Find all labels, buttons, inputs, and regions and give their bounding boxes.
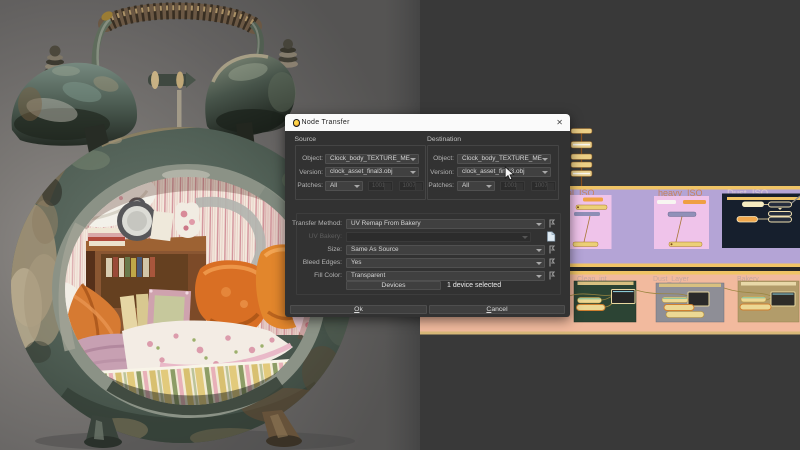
svg-text:Dust_Layer: Dust_Layer xyxy=(653,276,689,283)
